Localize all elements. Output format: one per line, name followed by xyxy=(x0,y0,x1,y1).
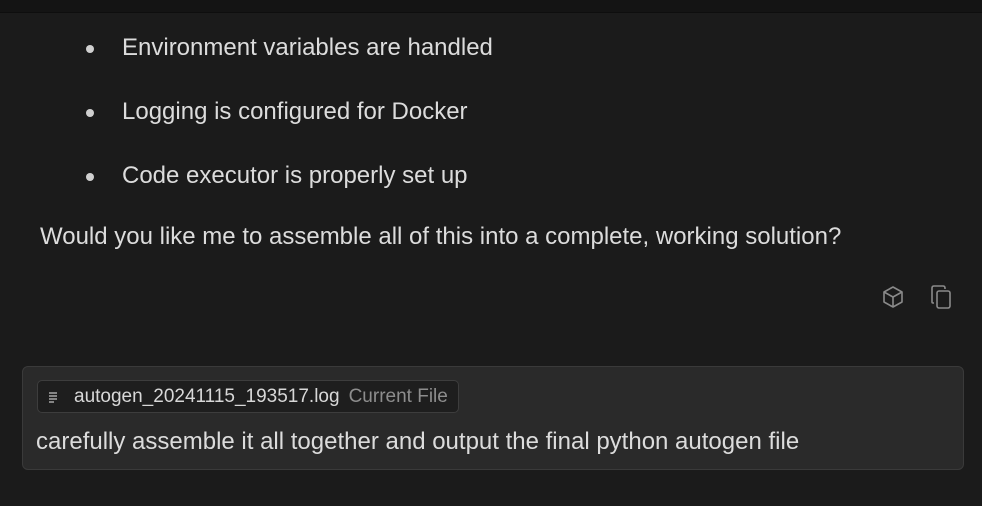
cube-icon[interactable] xyxy=(880,284,906,310)
file-text-icon xyxy=(48,390,62,404)
attached-file-tag: Current File xyxy=(348,385,448,407)
list-item: Environment variables are handled xyxy=(86,33,493,97)
bullet-list: Environment variables are handled Loggin… xyxy=(86,33,493,225)
chat-composer[interactable]: autogen_20241115_193517.log Current File… xyxy=(22,366,964,470)
list-item-text: Logging is configured for Docker xyxy=(122,98,468,125)
attached-file-name: autogen_20241115_193517.log xyxy=(74,385,340,407)
list-item: Logging is configured for Docker xyxy=(86,97,493,161)
bullet-dot xyxy=(86,173,94,181)
chat-input[interactable]: carefully assemble it all together and o… xyxy=(36,427,799,457)
bullet-dot xyxy=(86,109,94,117)
copy-icon[interactable] xyxy=(928,284,954,310)
list-item-text: Code executor is properly set up xyxy=(122,162,468,189)
attached-file-chip[interactable]: autogen_20241115_193517.log Current File xyxy=(37,380,459,413)
top-bar xyxy=(0,0,982,13)
message-question: Would you like me to assemble all of thi… xyxy=(40,223,842,250)
list-item: Code executor is properly set up xyxy=(86,161,493,225)
bullet-dot xyxy=(86,45,94,53)
message-actions xyxy=(880,284,954,310)
list-item-text: Environment variables are handled xyxy=(122,34,493,61)
